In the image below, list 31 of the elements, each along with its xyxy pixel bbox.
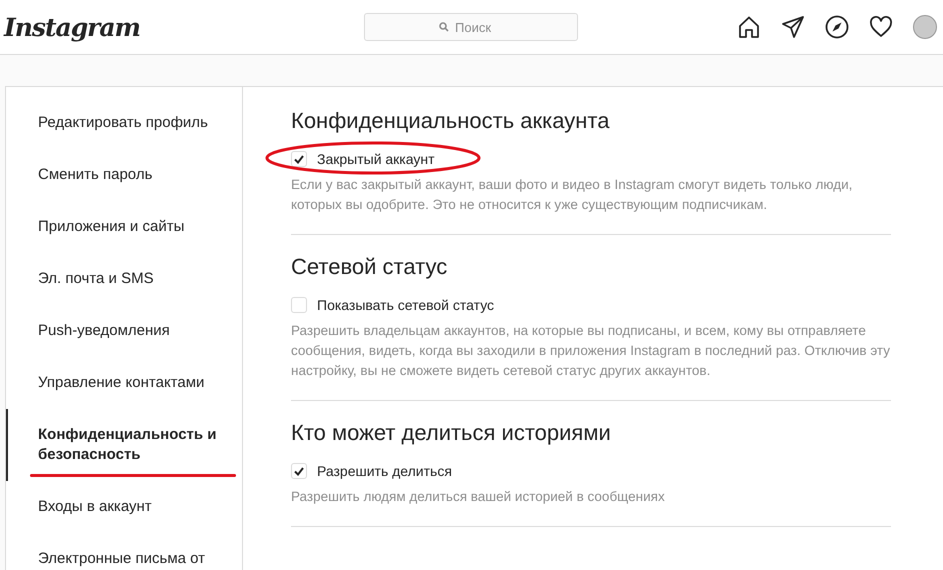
sidebar-item[interactable]: Управление контактами bbox=[6, 357, 242, 409]
compass-icon[interactable] bbox=[825, 15, 849, 39]
checkbox[interactable] bbox=[291, 463, 307, 479]
avatar[interactable] bbox=[913, 15, 937, 39]
sidebar-item[interactable]: Приложения и сайты bbox=[6, 201, 242, 253]
sidebar-item[interactable]: Конфиденциальность и безопасность bbox=[6, 409, 242, 481]
checkbox[interactable] bbox=[291, 151, 307, 167]
heart-icon[interactable] bbox=[869, 15, 893, 39]
sidebar-item[interactable]: Электронные письма от bbox=[6, 533, 242, 570]
checkbox-label[interactable]: Показывать сетевой статус bbox=[317, 297, 494, 313]
section-title: Конфиденциальность аккаунта bbox=[291, 107, 610, 135]
description: Разрешить людям делиться вашей историей в сообщениях bbox=[291, 488, 666, 506]
checkbox[interactable] bbox=[291, 297, 307, 313]
checkmark-icon bbox=[294, 154, 304, 164]
search-icon bbox=[439, 22, 449, 32]
sidebar-item[interactable]: Редактировать профиль bbox=[6, 97, 242, 149]
home-icon[interactable] bbox=[737, 15, 761, 39]
sidebar-item[interactable]: Push-уведомления bbox=[6, 305, 242, 357]
sidebar-item[interactable]: Сменить пароль bbox=[6, 149, 242, 201]
search-input[interactable]: Поиск bbox=[453, 18, 503, 36]
section-title: Сетевой статус bbox=[291, 253, 448, 281]
logo[interactable]: Instagram bbox=[4, 12, 364, 42]
checkmark-icon bbox=[294, 466, 304, 476]
sidebar-item[interactable]: Входы в аккаунт bbox=[6, 481, 242, 533]
paper-plane-icon[interactable] bbox=[781, 15, 805, 39]
search-field[interactable]: Поиск bbox=[364, 13, 578, 41]
description: Разрешить владельцам аккаунтов, на которые вы подписаны, и всем, кому вы отправляете сообщения, видеть, когда вы заходили в приложения Instagram в последний раз. Отключив эту настройку, вы не сможете видеть сетевой статус других аккаунтов. bbox=[291, 322, 891, 380]
checkbox-label[interactable]: Разрешить делиться bbox=[317, 463, 452, 479]
description: Если у вас закрытый аккаунт, ваши фото и видео в Instagram смогут видеть только люди, которых вы одобрите. Это не относится к уже существующим подписчикам. bbox=[291, 176, 854, 214]
section-title: Кто может делиться историями bbox=[291, 419, 612, 447]
sidebar-item[interactable]: Эл. почта и SMS bbox=[6, 253, 242, 305]
